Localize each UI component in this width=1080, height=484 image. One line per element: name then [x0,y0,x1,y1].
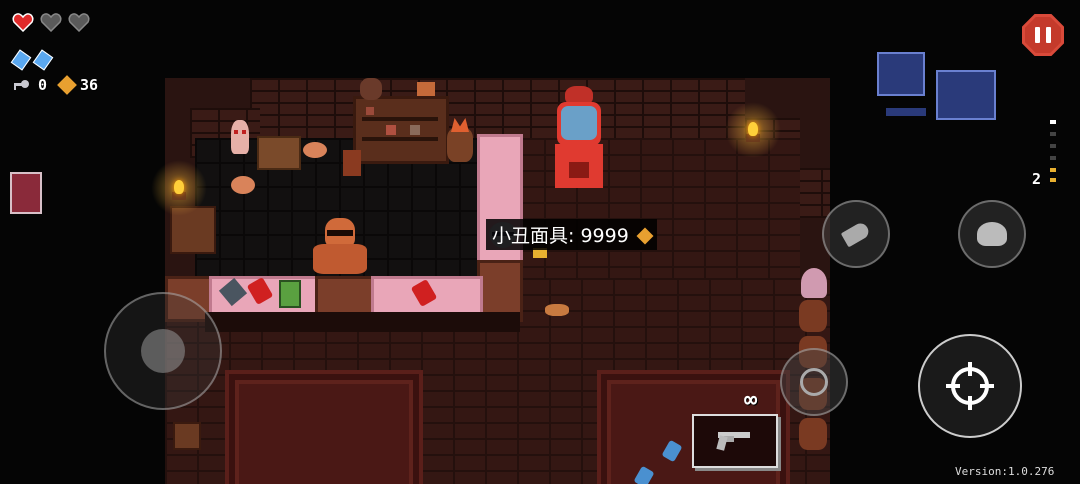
rug-left [225,370,423,484]
barrel-small [343,150,361,176]
sack [231,176,255,194]
key-icon [12,78,30,92]
heart-full-icon [12,12,34,33]
plant-pot [447,118,473,162]
crate [257,136,301,170]
jar [360,78,382,100]
pause-icon [1035,27,1040,43]
ammo-clip [1048,120,1058,190]
movement-joystick[interactable] [104,292,222,410]
minimap-corridor [886,108,926,116]
blank-icon [800,368,828,396]
barrel-4 [799,418,827,450]
dodge-roll-button[interactable] [958,200,1026,268]
dodge-roll-icon [977,222,1007,246]
shell-count: 36 [80,76,99,94]
back-wall [250,78,745,138]
crosshair-icon [946,362,994,410]
reload-button[interactable] [822,200,890,268]
infinite-ammo: ∞ [744,388,758,413]
torch-right [725,102,781,158]
active-item-card[interactable] [10,172,42,214]
version-label: Version:1.0.276 [955,465,1055,478]
shelf [353,96,449,164]
pickup [533,248,547,258]
cat-figure [417,82,435,96]
shop-item-ammo[interactable] [279,280,301,308]
bullet-icon [840,220,872,248]
pause-button[interactable] [1022,14,1064,56]
room-floor [480,138,800,288]
blank-button[interactable] [780,348,848,416]
blank-icon [32,49,54,71]
blank-icon [10,49,32,71]
joystick-icon[interactable] [141,329,185,373]
dog-companion [545,304,569,316]
vending-machine[interactable] [555,86,603,192]
aim-fire-button[interactable] [918,334,1022,438]
clip-ammo-count: 2 [1032,170,1042,188]
key-count: 0 [38,76,48,94]
heart-empty-icon [40,12,62,33]
game-screen: 小丑面具: 9999 0 36 2 ∞ Version:1.0.276 [0,0,1080,484]
pink-statue [801,268,827,298]
shell-currency-icon [636,227,654,244]
item-price-tooltip: 小丑面具: 9999 [486,218,657,250]
counter-shadow [205,312,520,332]
pot [303,142,327,158]
tooltip-item-name: 小丑面具 [492,224,569,247]
shell-currency-icon [57,75,77,95]
barrel-1 [799,300,827,332]
minimap-current-room[interactable] [877,52,925,96]
mask-decor [231,120,249,154]
tooltip-price: 9999 [580,224,629,247]
torch-left [151,160,207,216]
left-box [173,422,201,450]
minimap-room[interactable] [936,70,996,120]
tooltip-separator: : [568,224,575,247]
heart-empty-icon [68,12,90,33]
shopkeeper[interactable] [313,218,367,276]
gun-slot[interactable] [692,414,778,468]
revolver-icon [716,432,750,451]
